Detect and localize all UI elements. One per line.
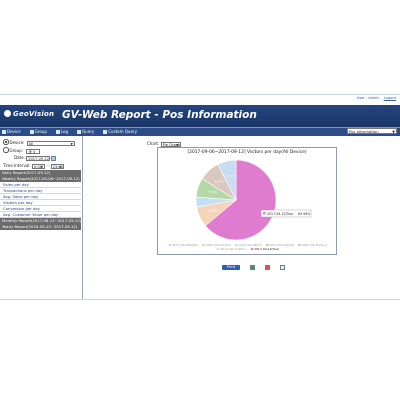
logo-mark-icon xyxy=(4,110,11,117)
app-window: User : admin Logout GeoVision GV-Web Rep… xyxy=(0,94,400,300)
legend-swatch xyxy=(202,243,205,246)
time-interval-row: Time Interval: 0:00 ▼ ~ 23:00 ▼ xyxy=(3,163,64,169)
group-filter-row: Group: 全 V xyxy=(3,147,41,154)
device-icon xyxy=(2,129,6,134)
slice-label: 8.54% xyxy=(215,180,225,184)
chart-type-label: Chart: xyxy=(147,141,160,146)
date-row: Date: 2017-09-12 xyxy=(14,155,57,161)
group-label: Group: xyxy=(9,148,24,153)
report-group-header[interactable]: Yearly Report(2016-09-13~2017-09-12) xyxy=(0,224,81,230)
chart-container: [2017-09-06~2017-09-12] Visitors per day… xyxy=(157,147,337,255)
user-bar: User : admin Logout xyxy=(354,96,396,100)
legend-swatch xyxy=(298,243,301,246)
user-label: User : admin xyxy=(356,96,380,100)
time-separator: ~ xyxy=(46,164,50,168)
legend-label: 2017-09-06(Wed) xyxy=(172,243,199,247)
legend-item[interactable]: 2017-09-10(Sun) xyxy=(298,243,327,247)
calendar-icon[interactable] xyxy=(51,155,57,161)
date-input[interactable]: 2017-09-12 xyxy=(26,155,51,161)
page-title: GV-Web Report - Pos Information xyxy=(62,109,257,121)
excel-export-icon[interactable] xyxy=(250,265,256,270)
pie-chart: 8.29% 7.75% 8.54%7.49% 2017-09-12(Tue) 63.99… xyxy=(195,159,312,241)
menu-item-label: Custom Query xyxy=(108,129,137,134)
legend-item[interactable]: 2017-09-11(Mon) xyxy=(216,247,247,251)
menu-item-label: Group xyxy=(34,129,47,134)
menu-bar: Device Group Log Query Custom Query xyxy=(0,127,400,136)
chart-type-control: Chart: Pie Graph ▼ xyxy=(147,141,181,147)
group-value: 全 V xyxy=(28,149,36,154)
logout-link[interactable]: Logout xyxy=(384,96,396,100)
print-button[interactable]: Print xyxy=(222,265,240,270)
sidebar: Device: All ▼ Group: 全 V Date: 2017-09-12… xyxy=(0,136,83,300)
slice-label: 8.29% xyxy=(209,208,219,212)
tooltip-value: 63.99% xyxy=(298,212,310,216)
slice-tooltip: 2017-09-12(Tue) 63.99% xyxy=(260,209,312,218)
legend-label: 2017-09-10(Sun) xyxy=(301,243,328,247)
chevron-down-icon: ▼ xyxy=(70,141,73,146)
time-to-select[interactable]: 23:00 ▼ xyxy=(50,163,64,169)
brand-name: GeoVision xyxy=(13,110,55,118)
legend-swatch xyxy=(250,247,254,250)
menu-items: Device Group Log Query Custom Query xyxy=(2,129,146,134)
menu-item-query[interactable]: Query xyxy=(77,129,94,134)
time-from-select[interactable]: 0:00 ▼ xyxy=(32,163,46,169)
main-panel: Chart: Pie Graph ▼ [2017-09-06~2017-09-12… xyxy=(84,136,400,300)
bottom-divider xyxy=(0,299,400,300)
app-header: GeoVision GV-Web Report - Pos Informatio… xyxy=(0,105,400,127)
chevron-down-icon: ▼ xyxy=(40,164,44,169)
menu-item-label: Log xyxy=(60,129,69,134)
log-icon xyxy=(55,129,60,134)
legend-swatch xyxy=(266,243,269,246)
report-type-select[interactable]: Pos Information ▼ xyxy=(347,128,397,134)
group-select[interactable]: 全 V xyxy=(26,148,41,154)
menu-item-label: Device xyxy=(7,129,21,134)
device-radio[interactable] xyxy=(3,139,9,145)
menu-item-log[interactable]: Log xyxy=(55,129,69,134)
group-icon xyxy=(29,129,34,134)
pdf-export-icon[interactable] xyxy=(265,265,271,270)
device-label: Device: xyxy=(9,140,25,145)
legend-swatch xyxy=(235,243,238,246)
slice-label: 7.49% xyxy=(225,174,235,178)
report-type-value: Pos Information xyxy=(349,129,379,134)
custom-query-icon xyxy=(103,129,108,134)
legend-swatch xyxy=(168,243,172,246)
geovision-logo: GeoVision xyxy=(4,110,54,118)
chevron-down-icon: ▼ xyxy=(392,130,395,134)
tooltip-category: 2017-09-12(Tue) xyxy=(267,212,293,216)
action-bar: Print xyxy=(222,257,286,276)
date-label: Date: xyxy=(14,155,25,160)
device-select[interactable]: All ▼ xyxy=(26,140,75,146)
legend-item[interactable]: 2017-09-12(Tue) xyxy=(250,247,279,251)
device-filter-row: Device: All ▼ xyxy=(3,139,75,146)
legend-item[interactable]: 2017-09-06(Wed) xyxy=(168,243,199,247)
slice-label: 7.75% xyxy=(208,190,218,194)
legend-label: 2017-09-11(Mon) xyxy=(220,247,247,251)
chart-legend: 2017-09-06(Wed) 2017-09-07(Thu) 2017-09-08… xyxy=(162,243,334,251)
device-value: All xyxy=(28,141,34,146)
menu-item-label: Query xyxy=(82,129,95,134)
email-icon[interactable] xyxy=(280,265,286,270)
chevron-down-icon: ▼ xyxy=(59,164,62,169)
group-radio[interactable] xyxy=(3,147,9,153)
menu-item-custom-query[interactable]: Custom Query xyxy=(103,129,137,134)
chart-type-select[interactable]: Pie Graph ▼ xyxy=(160,141,181,147)
legend-label: 2017-09-12(Tue) xyxy=(254,247,279,251)
query-icon xyxy=(77,129,82,134)
menu-item-group[interactable]: Group xyxy=(29,129,47,134)
menu-item-device[interactable]: Device xyxy=(2,129,21,134)
time-interval-label: Time Interval: xyxy=(3,163,31,168)
